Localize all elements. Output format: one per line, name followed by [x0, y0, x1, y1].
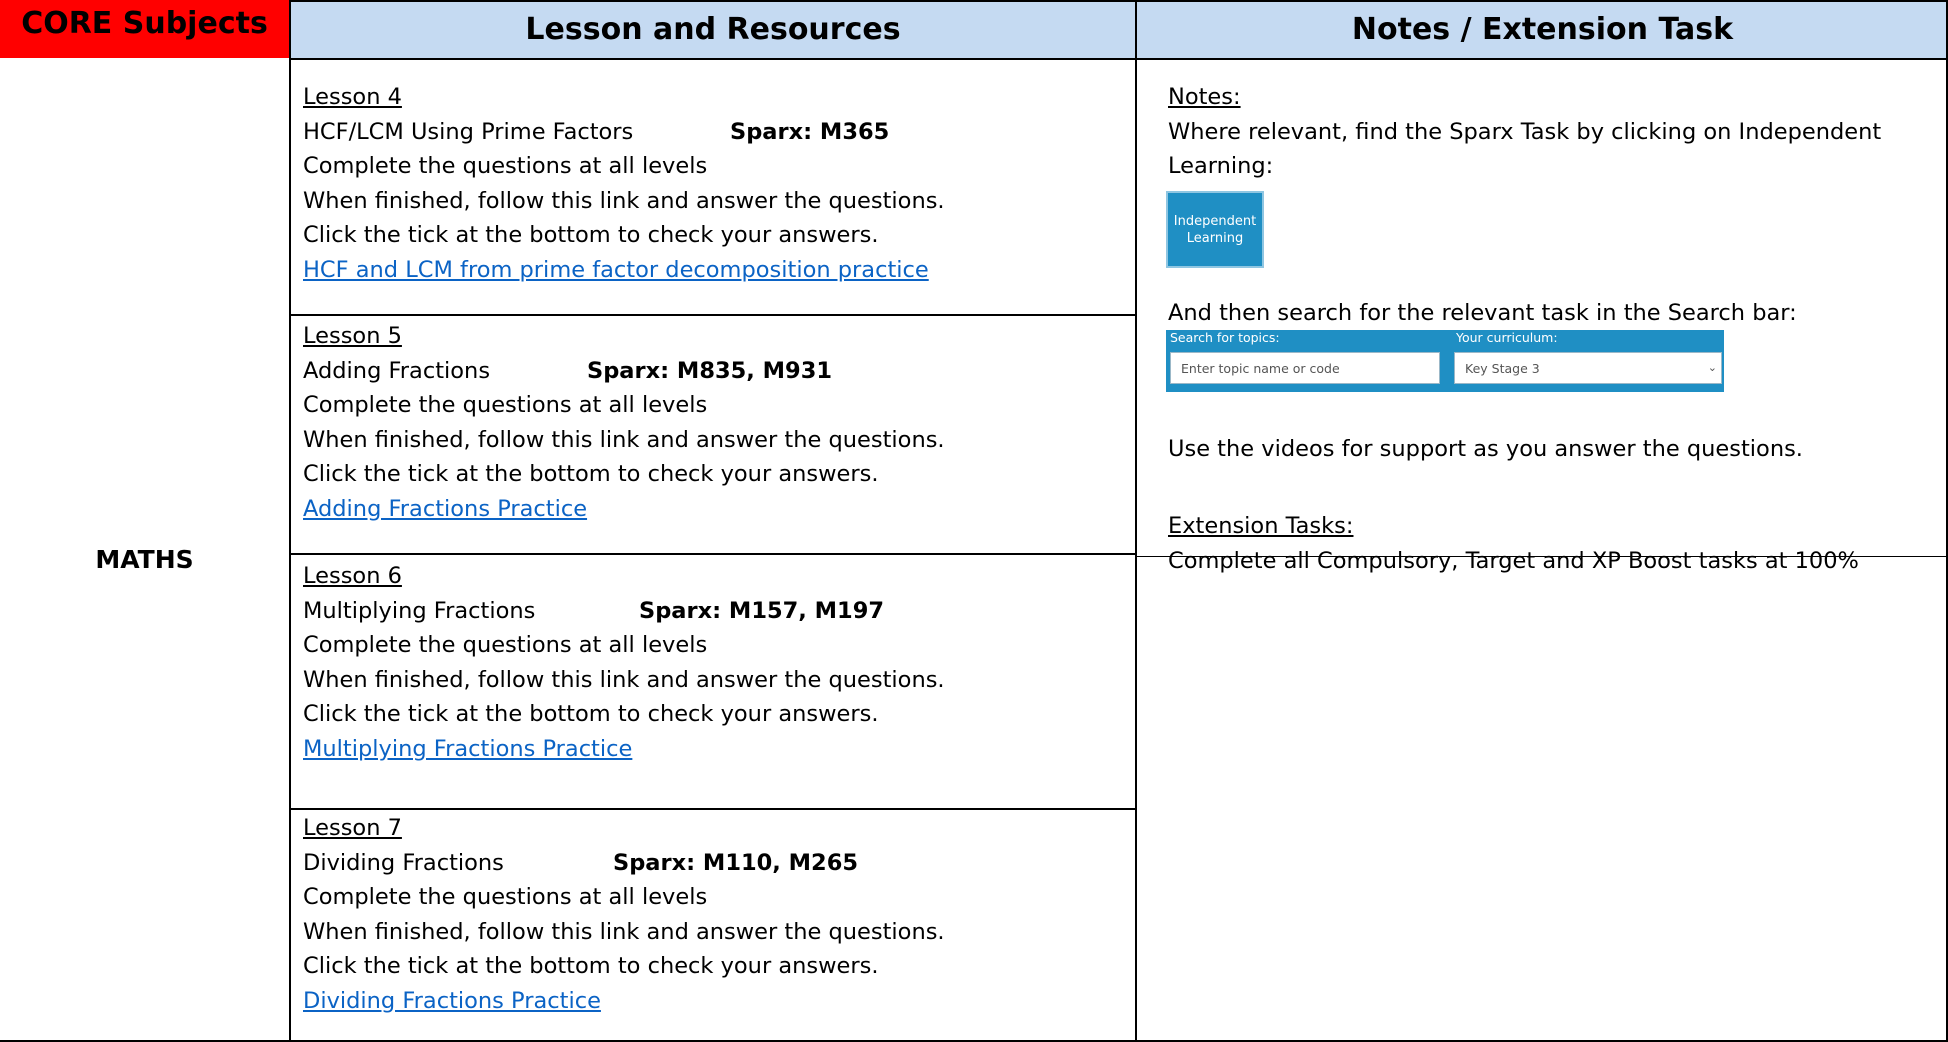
notes-text: And then search for the relevant task in… — [1168, 300, 1797, 326]
lesson-6-cell: Lesson 6 Multiplying Fractions Sparx: M1… — [303, 559, 1123, 766]
lesson-instruction: Click the tick at the bottom to check yo… — [303, 222, 879, 248]
curriculum-label: Your curriculum: — [1456, 330, 1558, 345]
practice-link[interactable]: Adding Fractions Practice — [303, 496, 587, 522]
lesson-topic-line: Adding Fractions Sparx: M835, M931 — [303, 354, 1123, 389]
independent-learning-button[interactable]: Independent Learning — [1166, 191, 1264, 268]
sparx-code: Sparx: M365 — [730, 118, 890, 145]
practice-link[interactable]: HCF and LCM from prime factor decomposit… — [303, 257, 929, 283]
lesson-instruction: When finished, follow this link and answ… — [303, 426, 945, 453]
sparx-code: Sparx: M835, M931 — [587, 357, 833, 384]
sparx-code: Sparx: M157, M197 — [639, 597, 885, 624]
topic-search-input[interactable]: Enter topic name or code — [1170, 352, 1440, 384]
lesson-instruction: When finished, follow this link and answ… — [303, 187, 945, 214]
lesson-topic: Dividing Fractions — [303, 849, 504, 876]
button-label: Independent — [1173, 213, 1257, 229]
header-notes-label: Notes / Extension Task — [1351, 11, 1734, 47]
sparx-search-bar: Search for topics: Your curriculum: Ente… — [1166, 330, 1724, 392]
lesson-instruction: When finished, follow this link and answ… — [303, 666, 945, 693]
curriculum-value: Key Stage 3 — [1465, 360, 1540, 376]
sparx-code: Sparx: M110, M265 — [613, 849, 859, 876]
lesson-instruction: Click the tick at the bottom to check yo… — [303, 701, 879, 727]
lesson-topic: Multiplying Fractions — [303, 597, 536, 624]
lesson-instruction: Complete the questions at all levels — [303, 153, 708, 179]
curriculum-select[interactable]: Key Stage 3 ⌄ — [1454, 352, 1722, 384]
grid-line — [1135, 0, 1137, 1042]
lesson-topic: Adding Fractions — [303, 357, 491, 384]
header-notes-extension: Notes / Extension Task — [1137, 0, 1948, 58]
lesson-instruction: Complete the questions at all levels — [303, 392, 708, 418]
notes-text: Use the videos for support as you answer… — [1168, 436, 1803, 462]
button-label: Learning — [1186, 230, 1244, 246]
search-topics-label: Search for topics: — [1170, 330, 1280, 345]
practice-link[interactable]: Dividing Fractions Practice — [303, 988, 601, 1014]
lesson-instruction: Click the tick at the bottom to check yo… — [303, 461, 879, 487]
grid-line — [289, 58, 1948, 60]
practice-link[interactable]: Multiplying Fractions Practice — [303, 736, 632, 762]
notes-support: Use the videos for support as you answer… — [1168, 432, 1938, 467]
notes-text: Learning: — [1168, 153, 1274, 179]
lesson-instruction: Click the tick at the bottom to check yo… — [303, 953, 879, 979]
lesson-table: CORE Subjects Lesson and Resources Notes… — [0, 0, 1948, 1042]
search-placeholder: Enter topic name or code — [1181, 360, 1340, 376]
grid-line — [289, 0, 291, 1042]
lesson-title: Lesson 6 — [303, 563, 402, 589]
notes-text: Where relevant, find the Sparx Task by c… — [1168, 118, 1882, 145]
lesson-title: Lesson 7 — [303, 815, 402, 841]
lesson-instruction: Complete the questions at all levels — [303, 884, 708, 910]
lesson-instruction: When finished, follow this link and answ… — [303, 918, 945, 945]
grid-line — [291, 553, 1135, 555]
header-core-label: CORE Subjects — [21, 6, 268, 41]
lesson-instruction: Complete the questions at all levels — [303, 632, 708, 658]
chevron-down-icon: ⌄ — [1707, 361, 1717, 374]
search-instruction: And then search for the relevant task in… — [1168, 296, 1938, 331]
extension-heading: Extension Tasks: — [1168, 513, 1354, 539]
extension-text: Complete all Compulsory, Target and XP B… — [1168, 547, 1859, 574]
header-core-subjects: CORE Subjects — [0, 0, 289, 58]
subject-label: MATHS — [95, 545, 194, 574]
lesson-4-cell: Lesson 4 HCF/LCM Using Prime Factors Spa… — [303, 80, 1123, 287]
lesson-5-cell: Lesson 5 Adding Fractions Sparx: M835, M… — [303, 319, 1123, 526]
grid-line — [289, 0, 1948, 2]
header-lesson-resources: Lesson and Resources — [291, 0, 1135, 58]
notes-cell: Notes: Where relevant, find the Sparx Ta… — [1168, 80, 1938, 184]
lesson-title: Lesson 5 — [303, 323, 402, 349]
lesson-7-cell: Lesson 7 Dividing Fractions Sparx: M110,… — [303, 811, 1123, 1018]
extension-section: Extension Tasks: Complete all Compulsory… — [1168, 509, 1938, 578]
lesson-title: Lesson 4 — [303, 84, 402, 110]
grid-line — [291, 808, 1135, 810]
lesson-topic-line: HCF/LCM Using Prime Factors Sparx: M365 — [303, 115, 1123, 150]
header-lesson-label: Lesson and Resources — [525, 11, 901, 47]
notes-heading: Notes: — [1168, 84, 1241, 110]
lesson-topic: HCF/LCM Using Prime Factors — [303, 118, 634, 145]
lesson-topic-line: Dividing Fractions Sparx: M110, M265 — [303, 846, 1123, 881]
grid-line — [291, 314, 1135, 316]
lesson-topic-line: Multiplying Fractions Sparx: M157, M197 — [303, 594, 1123, 629]
